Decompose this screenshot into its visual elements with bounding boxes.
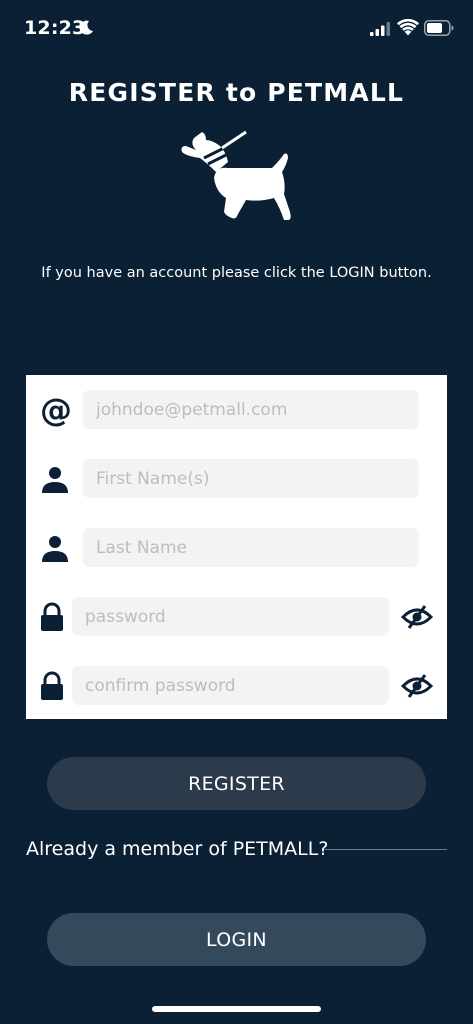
- eye-slash-icon[interactable]: [401, 604, 433, 630]
- lock-icon: [41, 602, 63, 631]
- last-name-row: [26, 528, 447, 568]
- email-field[interactable]: [83, 390, 419, 429]
- confirm-password-field[interactable]: [72, 666, 389, 705]
- confirm-password-row: [26, 666, 447, 706]
- person-icon: [42, 467, 68, 493]
- dog-icon: [181, 130, 291, 220]
- login-button[interactable]: LOGIN: [47, 913, 426, 966]
- status-time: 12:23: [24, 17, 86, 39]
- at-icon: @: [40, 391, 72, 429]
- last-name-field[interactable]: [83, 528, 419, 567]
- person-icon: [42, 536, 68, 562]
- wifi-icon: [397, 19, 419, 36]
- password-field[interactable]: [72, 597, 389, 636]
- lock-icon: [41, 671, 63, 700]
- cellular-signal-icon: [370, 22, 390, 36]
- email-row: @: [26, 390, 447, 430]
- registration-form: @: [26, 375, 447, 719]
- status-bar: 12:23: [0, 0, 473, 58]
- page-title: REGISTER to PETMALL: [68, 78, 405, 107]
- register-button[interactable]: REGISTER: [47, 757, 426, 810]
- password-row: [26, 597, 447, 637]
- first-name-row: [26, 459, 447, 499]
- home-indicator[interactable]: [152, 1006, 321, 1012]
- member-prompt-text: Already a member of PETMALL?: [26, 838, 329, 860]
- eye-slash-icon[interactable]: [401, 673, 433, 699]
- divider: [325, 849, 447, 850]
- login-hint-text: If you have an account please click the …: [41, 265, 432, 281]
- moon-icon: [79, 20, 93, 35]
- register-screen: 12:23 REGISTER to PETMALL If you have an…: [0, 0, 473, 1024]
- first-name-field[interactable]: [83, 459, 419, 498]
- battery-icon: [424, 20, 454, 36]
